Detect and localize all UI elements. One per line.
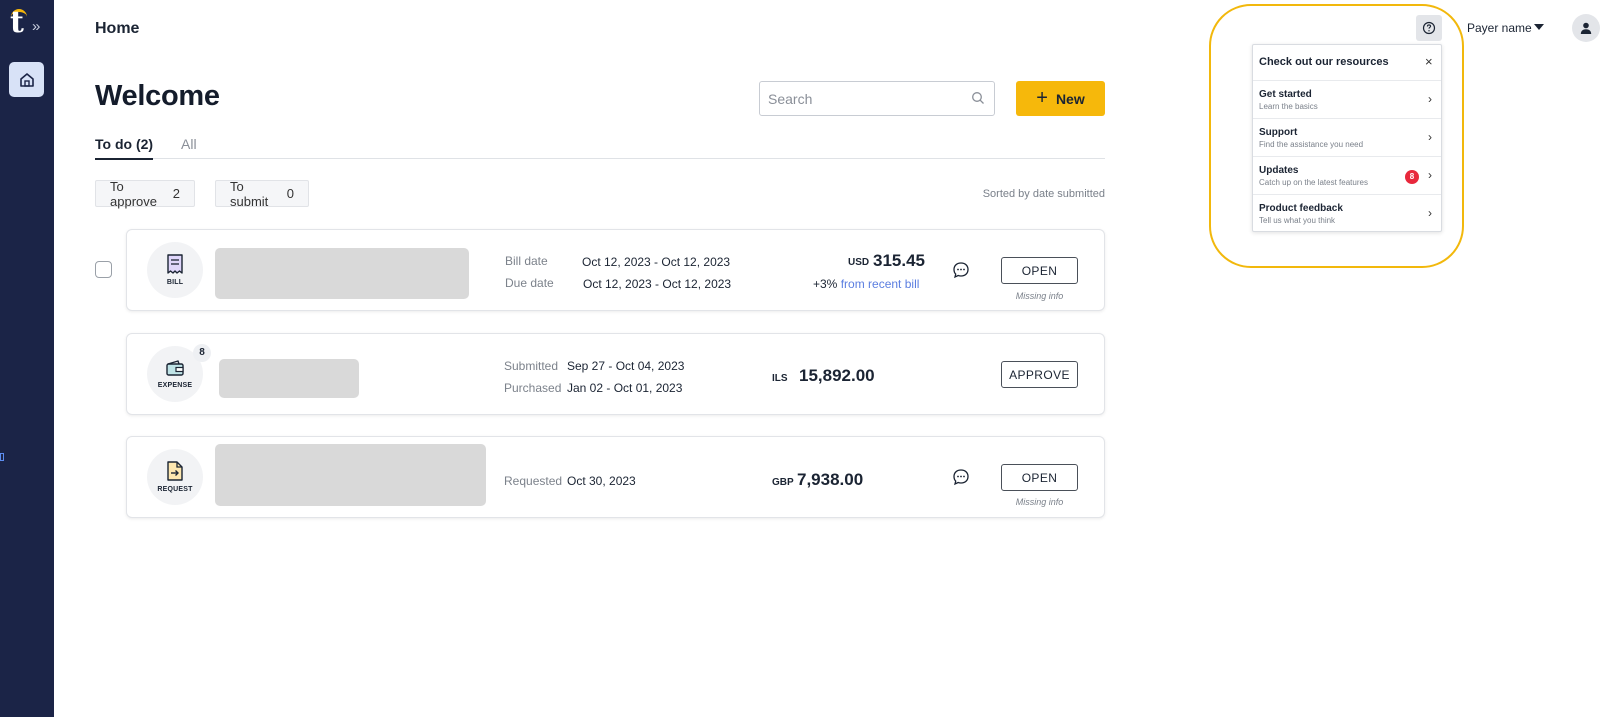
type-badge: BILL: [147, 242, 203, 298]
user-icon: [1580, 22, 1592, 34]
filter-count: 2: [172, 186, 180, 201]
tab-all[interactable]: All: [181, 136, 197, 158]
meta-value: Oct 12, 2023 - Oct 12, 2023: [582, 255, 731, 269]
resource-support[interactable]: Support Find the assistance you need ›: [1253, 118, 1441, 156]
filter-to-approve[interactable]: To approve 2: [95, 178, 195, 209]
home-icon: [19, 72, 34, 87]
change-percent: +3%: [813, 277, 838, 291]
receipt-count-badge: 8: [193, 344, 211, 362]
meta-label: Due date: [505, 276, 554, 290]
open-button[interactable]: OPEN: [1001, 257, 1078, 284]
resource-subtitle: Tell us what you think: [1259, 216, 1336, 225]
meta-label: Submitted: [504, 359, 559, 373]
sort-indicator: Sorted by date submitted: [982, 188, 1105, 200]
amount: 315.45: [873, 251, 925, 270]
expand-sidebar-icon[interactable]: »: [32, 19, 40, 34]
requester-placeholder: [215, 444, 486, 506]
amount-change: +3% from recent bill: [813, 277, 919, 291]
tab-to-do[interactable]: To do (2): [95, 136, 154, 160]
resource-title: Product feedback: [1259, 203, 1343, 214]
comment-icon[interactable]: [951, 260, 971, 280]
chevron-right-icon: ›: [1428, 206, 1432, 220]
help-button[interactable]: [1416, 15, 1442, 41]
filter-label: To approve: [110, 178, 157, 209]
type-label: EXPENSE: [157, 382, 193, 389]
search-input[interactable]: [768, 90, 968, 108]
resources-popover: Check out our resources × Get started Le…: [1252, 44, 1442, 232]
resource-get-started[interactable]: Get started Learn the basics ›: [1253, 80, 1441, 118]
todo-card-request[interactable]: REQUEST Requested Oct 30, 2023 GBP 7,938…: [126, 436, 1105, 518]
meta-value: Sep 27 - Oct 04, 2023: [567, 359, 685, 373]
resource-subtitle: Learn the basics: [1259, 102, 1318, 111]
new-button-label: New: [1055, 90, 1085, 107]
amount: 7,938.00: [797, 470, 864, 489]
search-box[interactable]: [759, 81, 995, 116]
sidebar-item-home[interactable]: [9, 62, 44, 97]
bill-icon: [167, 254, 183, 274]
chevron-right-icon: ›: [1428, 168, 1432, 182]
resource-title: Updates: [1259, 165, 1299, 176]
meta-value: Oct 12, 2023 - Oct 12, 2023: [583, 277, 732, 291]
popover-title: Check out our resources: [1259, 56, 1389, 68]
recent-bill-link[interactable]: from recent bill: [841, 277, 920, 291]
meta-value: Jan 02 - Oct 01, 2023: [567, 381, 683, 395]
chevron-right-icon: ›: [1428, 130, 1432, 144]
caret-down-icon[interactable]: [1534, 24, 1544, 30]
plus-icon: +: [1036, 86, 1048, 109]
request-icon: [167, 461, 183, 481]
filter-label: To submit: [230, 178, 269, 209]
meta-value: Oct 30, 2023: [567, 474, 636, 488]
meta-label: Bill date: [505, 254, 548, 268]
filter-count: 0: [286, 186, 294, 201]
currency-code: USD: [848, 257, 870, 268]
type-label: BILL: [166, 279, 184, 286]
avatar[interactable]: [1572, 14, 1600, 42]
currency-code: ILS: [772, 373, 788, 384]
wallet-icon: [166, 360, 184, 376]
close-icon[interactable]: ×: [1425, 55, 1433, 68]
approve-button[interactable]: APPROVE: [1001, 361, 1078, 388]
meta-label: Requested: [504, 474, 563, 488]
new-button[interactable]: + New: [1016, 81, 1105, 116]
comment-icon[interactable]: [951, 467, 971, 487]
currency-code: GBP: [772, 477, 794, 488]
vendor-placeholder: [215, 248, 469, 299]
select-checkbox[interactable]: [95, 261, 112, 278]
employee-placeholder: [219, 359, 359, 398]
resource-updates[interactable]: Updates Catch up on the latest features …: [1253, 156, 1441, 194]
sidebar-marker: [0, 453, 4, 461]
sidebar: t »: [0, 0, 54, 717]
open-button[interactable]: OPEN: [1001, 464, 1078, 491]
todo-card-expense[interactable]: EXPENSE 8 Submitted Sep 27 - Oct 04, 202…: [126, 333, 1105, 415]
breadcrumb[interactable]: Home: [95, 20, 139, 38]
meta-label: Purchased: [504, 381, 562, 395]
todo-card-bill[interactable]: BILL Bill date Oct 12, 2023 - Oct 12, 20…: [126, 229, 1105, 311]
tab-bar: To do (2) All: [95, 136, 1105, 160]
chevron-right-icon: ›: [1428, 92, 1432, 106]
resource-title: Support: [1259, 127, 1298, 138]
resource-title: Get started: [1259, 89, 1312, 100]
search-icon[interactable]: [971, 91, 985, 105]
resource-subtitle: Catch up on the latest features: [1259, 178, 1368, 187]
type-label: REQUEST: [157, 486, 193, 493]
missing-info-note: Missing info: [1015, 497, 1064, 507]
resource-product-feedback[interactable]: Product feedback Tell us what you think …: [1253, 194, 1441, 232]
resource-subtitle: Find the assistance you need: [1259, 140, 1364, 149]
missing-info-note: Missing info: [1015, 291, 1064, 301]
help-icon: [1422, 21, 1436, 35]
filter-to-submit[interactable]: To submit 0: [215, 178, 309, 209]
page-title: Welcome: [95, 80, 220, 112]
payer-selector[interactable]: Payer name: [1467, 21, 1532, 35]
updates-count-badge: 8: [1405, 170, 1419, 184]
type-badge: REQUEST: [147, 449, 203, 505]
logo: t: [10, 5, 24, 40]
amount: 15,892.00: [799, 366, 875, 385]
